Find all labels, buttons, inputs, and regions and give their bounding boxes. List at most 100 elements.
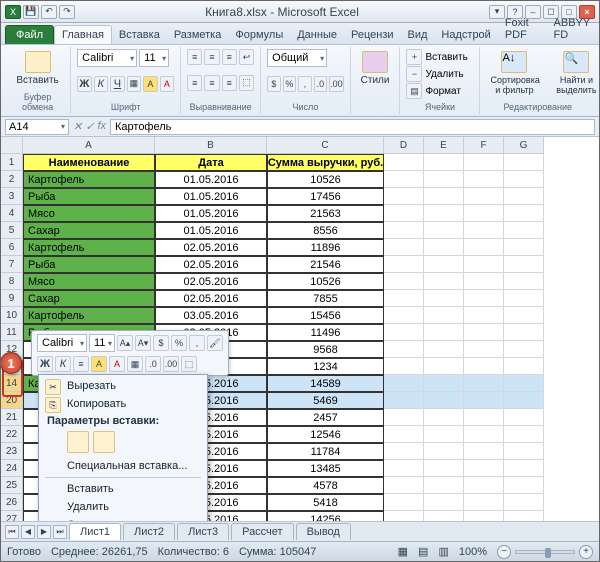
empty-cell[interactable] xyxy=(504,239,544,256)
mini-currency-icon[interactable]: $ xyxy=(153,335,169,351)
row-header-2[interactable]: 2 xyxy=(1,171,23,188)
empty-cell[interactable] xyxy=(464,375,504,392)
mini-grow-icon[interactable]: A▴ xyxy=(117,335,133,351)
qat-redo-icon[interactable]: ↷ xyxy=(59,5,75,19)
empty-cell[interactable] xyxy=(464,494,504,511)
mini-fill-icon[interactable]: A xyxy=(91,356,107,372)
empty-cell[interactable] xyxy=(384,375,424,392)
cell-value[interactable]: 4578 xyxy=(267,477,384,494)
mini-border-icon[interactable]: ▦ xyxy=(127,356,143,372)
empty-cell[interactable] xyxy=(424,171,464,188)
row-header-9[interactable]: 9 xyxy=(1,290,23,307)
empty-cell[interactable] xyxy=(504,171,544,188)
empty-cell[interactable] xyxy=(504,494,544,511)
mini-color-icon[interactable]: A xyxy=(109,356,125,372)
row-header-25[interactable]: 25 xyxy=(1,477,23,494)
empty-cell[interactable] xyxy=(424,511,464,521)
comma-icon[interactable]: , xyxy=(298,76,311,92)
cell-name[interactable]: Картофель xyxy=(23,307,155,324)
cells-format-button[interactable]: ▤Формат xyxy=(406,83,461,99)
italic-icon[interactable]: К xyxy=(94,76,109,92)
align-bc-icon[interactable]: ≡ xyxy=(204,75,219,91)
empty-cell[interactable] xyxy=(504,426,544,443)
cell-date[interactable]: 01.05.2016 xyxy=(155,205,267,222)
row-header-3[interactable]: 3 xyxy=(1,188,23,205)
font-combo[interactable]: Calibri xyxy=(77,49,137,67)
empty-cell[interactable] xyxy=(384,392,424,409)
mini-percent-icon[interactable]: % xyxy=(171,335,187,351)
empty-cell[interactable] xyxy=(424,256,464,273)
view-layout-icon[interactable]: ▤ xyxy=(418,545,428,558)
empty-cell[interactable] xyxy=(384,171,424,188)
empty-cell[interactable] xyxy=(424,409,464,426)
empty-cell[interactable] xyxy=(424,290,464,307)
col-header-B[interactable]: B xyxy=(155,137,267,154)
empty-cell[interactable] xyxy=(384,290,424,307)
wrap-icon[interactable]: ↩ xyxy=(239,49,254,65)
row-header-24[interactable]: 24 xyxy=(1,460,23,477)
zoom-out-icon[interactable]: − xyxy=(497,545,511,559)
empty-cell[interactable] xyxy=(504,222,544,239)
mini-align-icon[interactable]: ≡ xyxy=(73,356,89,372)
col-header-A[interactable]: A xyxy=(23,137,155,154)
sheet-nav-prev[interactable]: ◀ xyxy=(21,525,35,539)
empty-cell[interactable] xyxy=(504,511,544,521)
cell-value[interactable]: 11784 xyxy=(267,443,384,460)
row-header-10[interactable]: 10 xyxy=(1,307,23,324)
empty-cell[interactable] xyxy=(464,409,504,426)
empty-cell[interactable] xyxy=(504,341,544,358)
sheet-nav-last[interactable]: ⏭ xyxy=(53,525,67,539)
percent-icon[interactable]: % xyxy=(283,76,296,92)
empty-cell[interactable] xyxy=(464,256,504,273)
sheet-tab-2[interactable]: Лист2 xyxy=(123,523,175,540)
empty-cell[interactable] xyxy=(504,443,544,460)
empty-cell[interactable] xyxy=(424,443,464,460)
currency-icon[interactable]: $ xyxy=(267,76,280,92)
empty-cell[interactable] xyxy=(504,205,544,222)
tab-data[interactable]: Данные xyxy=(290,26,344,44)
empty-cell[interactable] xyxy=(384,205,424,222)
cell-name[interactable]: Картофель xyxy=(23,171,155,188)
tab-insert[interactable]: Вставка xyxy=(112,26,167,44)
empty-cell[interactable] xyxy=(504,154,544,171)
row-header-14[interactable]: 14 xyxy=(1,375,23,392)
cell-value[interactable]: 12546 xyxy=(267,426,384,443)
row-header-11[interactable]: 11 xyxy=(1,324,23,341)
select-all-corner[interactable] xyxy=(1,137,23,154)
mini-font-combo[interactable]: Calibri xyxy=(37,334,87,352)
mini-decdec-icon[interactable]: .00 xyxy=(163,356,179,372)
cell-name[interactable]: Мясо xyxy=(23,273,155,290)
sheet-nav-next[interactable]: ▶ xyxy=(37,525,51,539)
empty-cell[interactable] xyxy=(464,188,504,205)
row-header-20[interactable]: 20 xyxy=(1,392,23,409)
tab-foxit[interactable]: Foxit PDF xyxy=(498,14,547,44)
row-header-26[interactable]: 26 xyxy=(1,494,23,511)
align-tl-icon[interactable]: ≡ xyxy=(187,49,202,65)
sort-button[interactable]: A↓Сортировка и фильтр xyxy=(486,49,542,97)
name-box[interactable]: A14 xyxy=(5,119,69,135)
row-header-27[interactable]: 27 xyxy=(1,511,23,521)
tab-addins[interactable]: Надстрой xyxy=(434,26,497,44)
empty-cell[interactable] xyxy=(464,324,504,341)
ctx-copy[interactable]: ⎘Копировать xyxy=(41,395,205,413)
mini-italic-icon[interactable]: К xyxy=(55,356,71,372)
empty-cell[interactable] xyxy=(424,222,464,239)
empty-cell[interactable] xyxy=(384,460,424,477)
cell-name[interactable]: Сахар xyxy=(23,222,155,239)
empty-cell[interactable] xyxy=(384,341,424,358)
cell-date[interactable]: 02.05.2016 xyxy=(155,239,267,256)
cell-value[interactable]: 9568 xyxy=(267,341,384,358)
empty-cell[interactable] xyxy=(424,239,464,256)
empty-cell[interactable] xyxy=(464,341,504,358)
cell-name[interactable]: Сахар xyxy=(23,290,155,307)
cells-delete-button[interactable]: −Удалить xyxy=(406,66,463,82)
merge-icon[interactable]: ⬚ xyxy=(239,75,254,91)
row-header-4[interactable]: 4 xyxy=(1,205,23,222)
cell-name[interactable]: Мясо xyxy=(23,205,155,222)
empty-cell[interactable] xyxy=(384,154,424,171)
fx-ok-icon[interactable]: ✓ xyxy=(85,120,94,133)
empty-cell[interactable] xyxy=(464,392,504,409)
row-header-22[interactable]: 22 xyxy=(1,426,23,443)
col-header-E[interactable]: E xyxy=(424,137,464,154)
ctx-paste-special[interactable]: Специальная вставка... xyxy=(41,457,205,475)
